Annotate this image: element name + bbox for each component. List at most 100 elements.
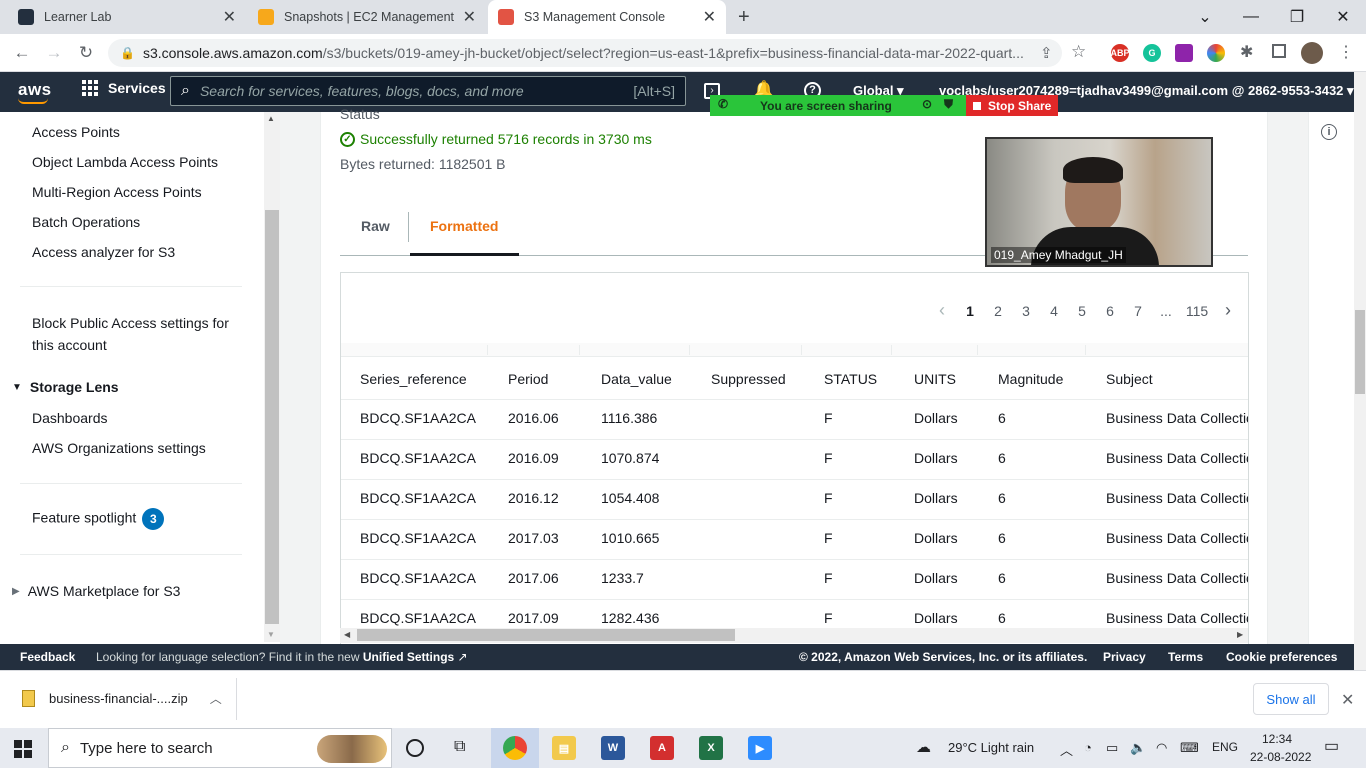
feedback-link[interactable]: Feedback xyxy=(20,650,75,664)
taskbar-search-input[interactable]: ⌕ Type here to search xyxy=(48,728,392,768)
table-cell: Dollars xyxy=(914,570,958,586)
zoom-icon[interactable]: ▶ xyxy=(748,736,772,760)
table-scrollbar-thumb[interactable] xyxy=(357,629,735,641)
sharing-status: You are screen sharing xyxy=(760,98,892,113)
table-cell: 2017.03 xyxy=(508,530,559,546)
table-cell: 2017.09 xyxy=(508,610,559,626)
meet-now-icon[interactable]: ◔ xyxy=(1084,740,1092,755)
table-cell: Business Data Collectio xyxy=(1106,570,1248,586)
notification-center-icon[interactable]: ▭ xyxy=(1324,736,1339,756)
scroll-right-icon[interactable]: ▶ xyxy=(1237,630,1243,639)
table-cell: 6 xyxy=(998,530,1006,546)
table-body: BDCQ.SF1AA2CA 2016.06 1116.386 F Dollars 6 Bus… xyxy=(0,0,1366,628)
download-filename: business-financial-....zip xyxy=(49,691,188,706)
copyright: © 2022, Amazon Web Services, Inc. or its… xyxy=(799,650,1088,664)
weather-text[interactable]: 29°C Light rain xyxy=(948,740,1034,755)
network-icon[interactable]: ▭ xyxy=(1106,740,1118,756)
participant-hair xyxy=(1063,157,1123,183)
table-cell: 6 xyxy=(998,410,1006,426)
chrome-taskbar-icon[interactable] xyxy=(503,736,527,760)
show-all-button[interactable]: Show all xyxy=(1253,683,1329,715)
table-cell: Business Data Collectio xyxy=(1106,410,1248,426)
stop-share-button[interactable]: Stop Share xyxy=(966,95,1058,116)
keyboard-icon[interactable]: ⌨ xyxy=(1180,740,1199,756)
language-notice: Looking for language selection? Find it … xyxy=(96,650,468,664)
table-cell: Dollars xyxy=(914,610,958,626)
privacy-link[interactable]: Privacy xyxy=(1103,650,1146,664)
wifi-icon[interactable]: ◠ xyxy=(1156,740,1167,756)
table-cell: F xyxy=(824,450,833,466)
table-cell: BDCQ.SF1AA2CA xyxy=(360,490,476,506)
table-cell: 1070.874 xyxy=(601,450,660,466)
windows-start-icon[interactable] xyxy=(14,740,32,758)
volume-icon[interactable]: 🔈 xyxy=(1130,740,1146,756)
cookie-preferences-link[interactable]: Cookie preferences xyxy=(1226,650,1337,664)
search-highlight-illustration xyxy=(317,735,387,763)
table-cell: F xyxy=(824,530,833,546)
word-icon[interactable]: W xyxy=(601,736,625,760)
table-cell: BDCQ.SF1AA2CA xyxy=(360,530,476,546)
screen-sharing-banner[interactable]: ✆ You are screen sharing ⊙ ⛊ xyxy=(710,95,966,116)
table-cell: Dollars xyxy=(914,530,958,546)
close-download-bar-icon[interactable]: ✕ xyxy=(1341,690,1354,710)
table-cell: 2016.06 xyxy=(508,410,559,426)
pause-icon[interactable]: ⊙ xyxy=(922,97,932,111)
external-link-icon: ↗ xyxy=(457,650,468,664)
table-cell: 1054.408 xyxy=(601,490,660,506)
table-cell: Business Data Collectio xyxy=(1106,610,1248,626)
table-cell: 1010.665 xyxy=(601,530,660,546)
terms-link[interactable]: Terms xyxy=(1168,650,1203,664)
input-language[interactable]: ENG xyxy=(1212,740,1238,754)
unified-settings-link[interactable]: Unified Settings xyxy=(363,650,454,664)
zip-file-icon xyxy=(22,690,35,707)
table-cell: BDCQ.SF1AA2CA xyxy=(360,570,476,586)
table-cell: Business Data Collectio xyxy=(1106,450,1248,466)
clock-time[interactable]: 12:34 xyxy=(1262,732,1292,746)
weather-cloud-icon: ☁ xyxy=(916,739,931,756)
table-cell: 2016.12 xyxy=(508,490,559,506)
table-cell: F xyxy=(824,610,833,626)
download-item[interactable]: business-financial-....zip ︿ xyxy=(22,690,222,707)
table-cell: F xyxy=(824,570,833,586)
table-cell: 6 xyxy=(998,450,1006,466)
file-explorer-icon[interactable]: ▤ xyxy=(552,736,576,760)
excel-icon[interactable]: X xyxy=(699,736,723,760)
table-cell: 2016.09 xyxy=(508,450,559,466)
stop-share-label: Stop Share xyxy=(988,98,1052,113)
table-cell: Business Data Collectio xyxy=(1106,530,1248,546)
download-separator xyxy=(236,678,237,720)
scroll-down-icon[interactable]: ▼ xyxy=(267,630,275,639)
table-cell: 1116.386 xyxy=(601,410,658,426)
table-cell: Dollars xyxy=(914,450,958,466)
table-cell: BDCQ.SF1AA2CA xyxy=(360,610,476,626)
info-icon[interactable]: i xyxy=(1321,124,1337,140)
table-cell: 2017.06 xyxy=(508,570,559,586)
acrobat-icon[interactable]: A xyxy=(650,736,674,760)
language-notice-text: Looking for language selection? Find it … xyxy=(96,650,360,664)
table-cell: 6 xyxy=(998,610,1006,626)
right-tools-rail xyxy=(1308,112,1354,644)
taskbar-search-placeholder: Type here to search xyxy=(79,739,213,757)
scroll-left-icon[interactable]: ◀ xyxy=(344,630,350,639)
shield-icon: ⛊ xyxy=(944,97,954,111)
table-cell: Business Data Collectio xyxy=(1106,490,1248,506)
chevron-up-icon[interactable]: ︿ xyxy=(210,690,222,707)
table-cell: 1282.436 xyxy=(601,610,660,626)
table-cell: BDCQ.SF1AA2CA xyxy=(360,410,476,426)
table-cell: 1233.7 xyxy=(601,570,644,586)
clock-date[interactable]: 22-08-2022 xyxy=(1250,750,1311,764)
participant-name: 019_Amey Mhadgut_JH xyxy=(991,247,1126,263)
task-view-icon[interactable]: ⧉ xyxy=(454,738,465,756)
page-scrollbar-thumb[interactable] xyxy=(1355,310,1365,394)
table-cell: Dollars xyxy=(914,410,958,426)
table-cell: 6 xyxy=(998,490,1006,506)
cortana-icon[interactable] xyxy=(406,739,424,757)
stop-icon xyxy=(973,101,981,110)
table-cell: BDCQ.SF1AA2CA xyxy=(360,450,476,466)
search-icon: ⌕ xyxy=(61,739,70,756)
tray-chevron-up-icon[interactable]: ︿ xyxy=(1060,740,1073,759)
table-cell: F xyxy=(824,490,833,506)
phone-icon: ✆ xyxy=(718,97,729,111)
table-cell: Dollars xyxy=(914,490,958,506)
participant-video-tile[interactable]: 019_Amey Mhadgut_JH xyxy=(985,137,1213,267)
